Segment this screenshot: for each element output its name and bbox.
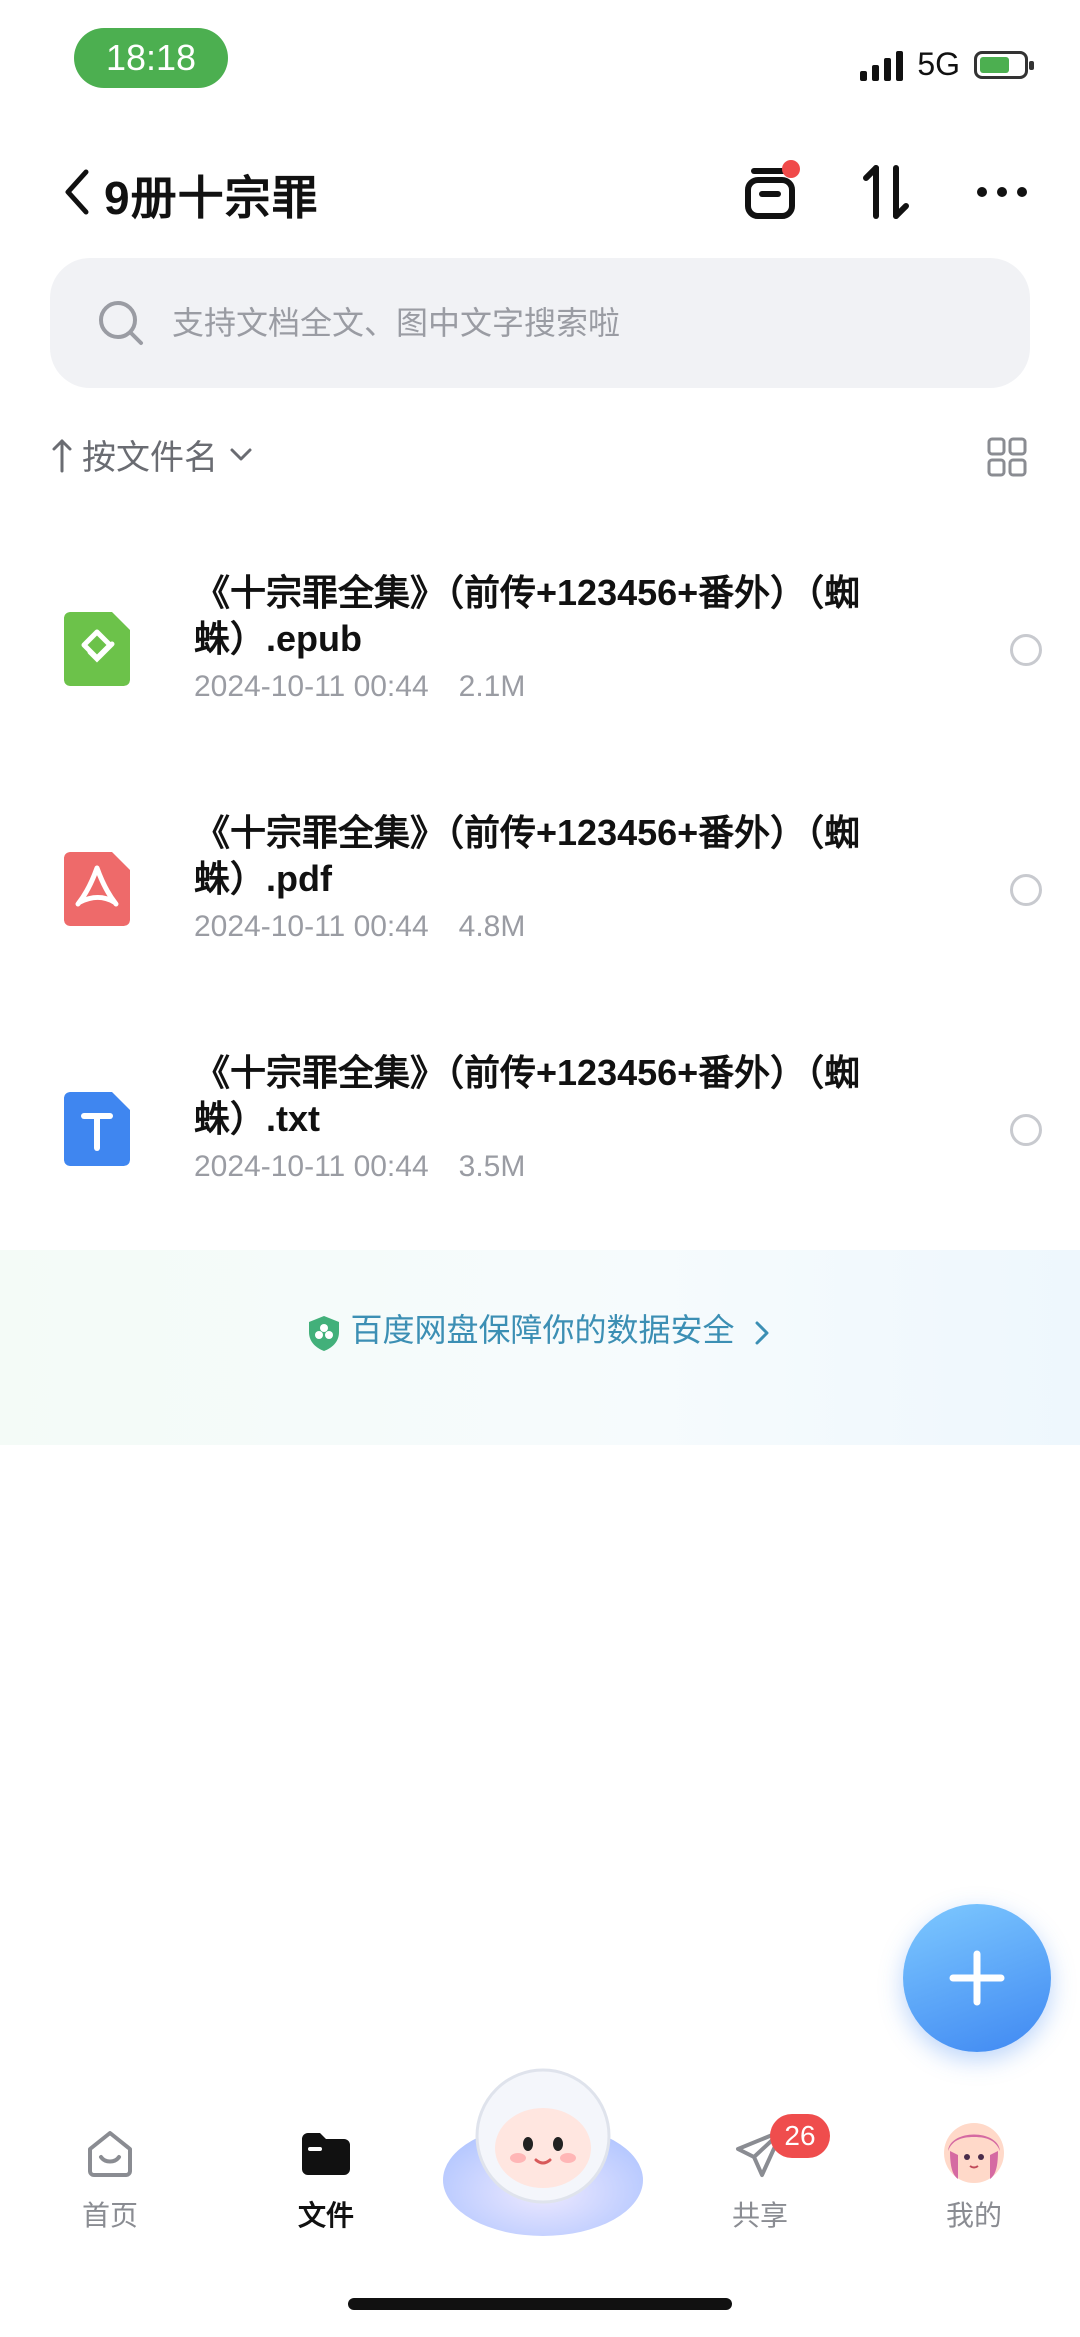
- status-time: 18:18: [74, 28, 228, 88]
- file-date: 2024-10-11 00:44: [194, 1150, 429, 1183]
- chevron-right-icon: [755, 1321, 769, 1345]
- tab-files-label: 文件: [297, 2200, 354, 2231]
- chevron-down-icon: [230, 448, 252, 460]
- search-bar[interactable]: [50, 258, 1030, 388]
- tab-home[interactable]: 首页: [40, 2120, 180, 2234]
- network-type: 5G: [917, 46, 960, 82]
- transfer-list-button[interactable]: [740, 160, 804, 224]
- sort-arrows-icon: [863, 165, 909, 219]
- tab-me[interactable]: 我的: [904, 2120, 1044, 2234]
- battery-icon: [974, 50, 1034, 79]
- txt-file-icon: [64, 1092, 130, 1166]
- shield-icon: [308, 1315, 339, 1351]
- safety-link[interactable]: 百度网盘保障你的数据安全: [0, 1305, 1080, 1352]
- select-radio[interactable]: [1010, 1114, 1042, 1146]
- tab-home-label: 首页: [81, 2200, 138, 2231]
- more-button[interactable]: [970, 160, 1034, 224]
- more-dots-icon: [977, 187, 1027, 197]
- notification-dot: [782, 160, 800, 178]
- data-safety-banner[interactable]: 百度网盘保障你的数据安全: [0, 1250, 1080, 1445]
- back-arrow-icon[interactable]: [58, 162, 98, 222]
- avatar: [944, 2123, 1004, 2183]
- file-meta: 2024-10-11 00:44 4.8M: [194, 910, 525, 944]
- search-input[interactable]: [170, 303, 994, 343]
- home-icon: [88, 2131, 132, 2177]
- tab-me-label: 我的: [945, 2200, 1002, 2231]
- tab-share-label: 共享: [731, 2200, 788, 2231]
- file-name: 《十宗罪全集》（前传+123456+番外）（蜘蛛）.pdf: [194, 812, 861, 899]
- file-row[interactable]: 《十宗罪全集》（前传+123456+番外）（蜘蛛）.pdf 2024-10-11…: [0, 790, 1080, 990]
- safety-text: 百度网盘保障你的数据安全: [350, 1312, 735, 1348]
- header: 9册十宗罪: [0, 150, 1080, 230]
- select-radio[interactable]: [1010, 874, 1042, 906]
- file-meta: 2024-10-11 00:44 2.1M: [194, 670, 525, 704]
- file-date: 2024-10-11 00:44: [194, 910, 429, 943]
- search-icon: [99, 301, 143, 345]
- file-size: 2.1M: [458, 670, 526, 703]
- select-radio[interactable]: [1010, 634, 1042, 666]
- file-name: 《十宗罪全集》（前传+123456+番外）（蜘蛛）.epub: [194, 572, 861, 659]
- folder-icon: [302, 2133, 350, 2175]
- signal-icon: [860, 49, 904, 81]
- tab-share[interactable]: 共享 26: [690, 2114, 830, 2234]
- mascot-assistant-icon[interactable]: [440, 2060, 646, 2240]
- file-size: 3.5M: [458, 1150, 526, 1183]
- file-row[interactable]: 《十宗罪全集》（前传+123456+番外）（蜘蛛）.txt 2024-10-11…: [0, 1030, 1080, 1230]
- pdf-file-icon: [64, 852, 130, 926]
- grid-view-icon[interactable]: [986, 436, 1028, 478]
- file-name: 《十宗罪全集》（前传+123456+番外）（蜘蛛）.txt: [194, 1052, 861, 1139]
- status-indicators: 5G: [860, 46, 1034, 83]
- share-badge: 26: [770, 2114, 830, 2158]
- file-row[interactable]: 《十宗罪全集》（前传+123456+番外）（蜘蛛）.epub 2024-10-1…: [0, 550, 1080, 750]
- add-button[interactable]: [903, 1904, 1051, 2052]
- epub-file-icon: [64, 612, 130, 686]
- sort-ascending-icon: [52, 439, 72, 472]
- sort-toggle-button[interactable]: [854, 160, 918, 224]
- sort-label: 按文件名: [82, 439, 218, 477]
- tab-files[interactable]: 文件: [256, 2120, 396, 2234]
- file-size: 4.8M: [458, 910, 526, 943]
- file-meta: 2024-10-11 00:44 3.5M: [194, 1150, 525, 1184]
- page-title: 9册十宗罪: [104, 172, 319, 224]
- sort-selector[interactable]: 按文件名: [50, 430, 256, 479]
- home-indicator: [348, 2298, 732, 2310]
- file-date: 2024-10-11 00:44: [194, 670, 429, 703]
- plus-icon: [949, 1950, 1005, 2006]
